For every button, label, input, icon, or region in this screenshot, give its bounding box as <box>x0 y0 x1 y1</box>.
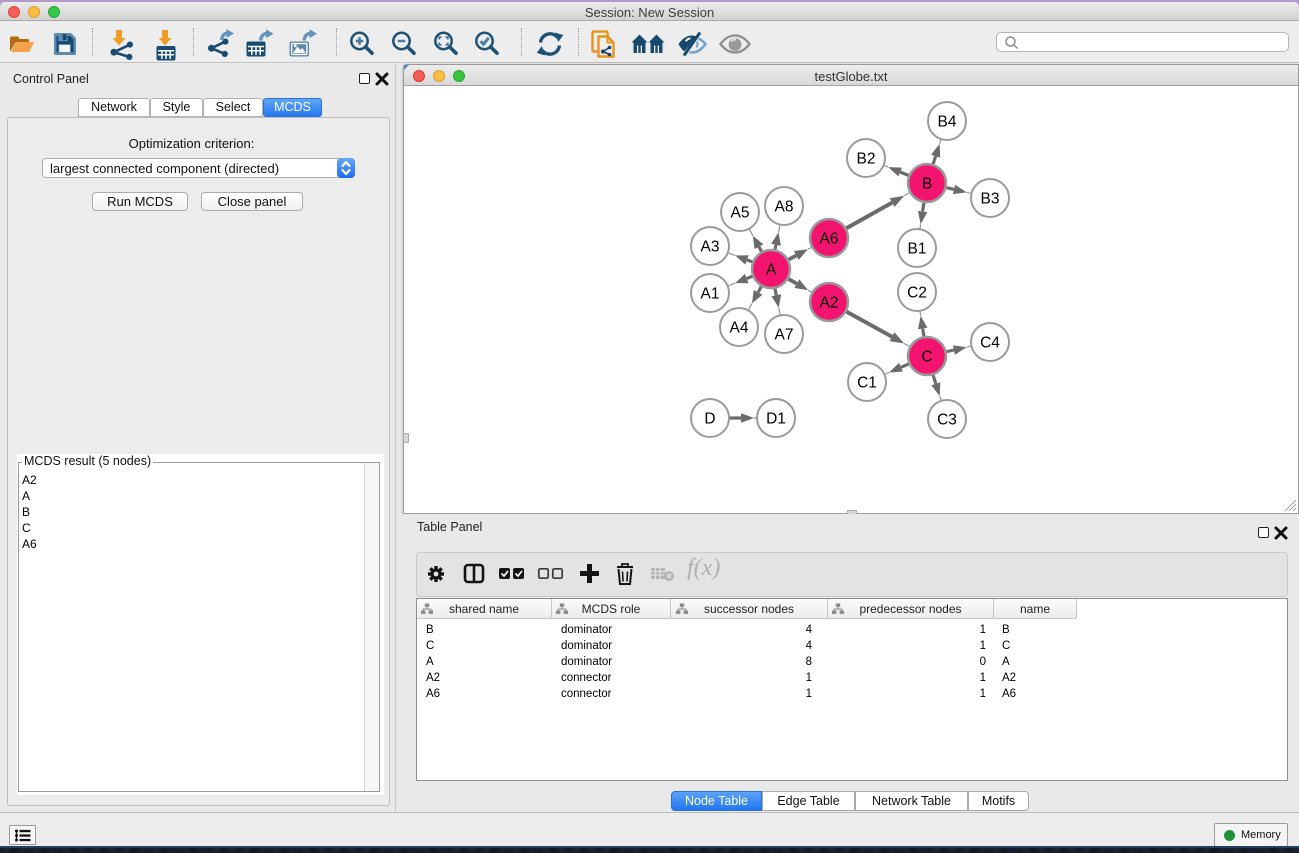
svg-text:D: D <box>704 411 715 428</box>
svg-text:B: B <box>922 176 932 193</box>
svg-text:B4: B4 <box>938 114 957 131</box>
svg-text:A6: A6 <box>820 231 839 248</box>
svg-text:B1: B1 <box>908 241 927 258</box>
svg-text:A5: A5 <box>731 205 750 222</box>
svg-text:B3: B3 <box>981 191 1000 208</box>
svg-text:C: C <box>921 349 932 366</box>
svg-text:A8: A8 <box>775 199 794 216</box>
svg-text:C4: C4 <box>980 335 1000 352</box>
svg-text:A7: A7 <box>775 327 794 344</box>
svg-text:D1: D1 <box>766 411 786 428</box>
svg-text:B2: B2 <box>857 151 876 168</box>
svg-text:A3: A3 <box>701 239 720 256</box>
svg-text:C2: C2 <box>907 285 927 302</box>
svg-text:A4: A4 <box>730 320 749 337</box>
svg-text:A1: A1 <box>701 286 720 303</box>
svg-text:C3: C3 <box>937 412 957 429</box>
svg-text:A: A <box>766 262 777 279</box>
svg-text:C1: C1 <box>857 375 877 392</box>
svg-text:A2: A2 <box>820 295 839 312</box>
